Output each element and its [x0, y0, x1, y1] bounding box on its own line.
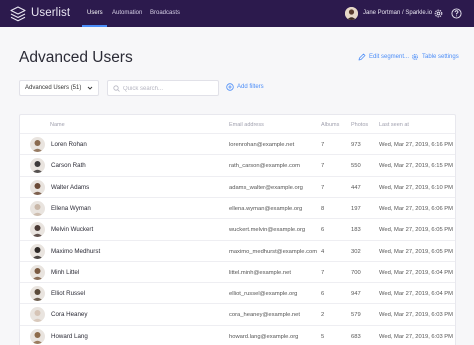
user-photos: 197 — [351, 205, 361, 212]
user-albums: 6 — [321, 291, 325, 298]
user-avatar[interactable] — [30, 158, 45, 174]
user-avatar[interactable] — [30, 328, 45, 344]
table-row[interactable]: Loren Rohan lorenrohan@example.net 7 973 Wed… — [20, 133, 455, 154]
user-name[interactable]: Walter Adams — [51, 184, 89, 191]
pencil-icon[interactable] — [358, 53, 366, 61]
user-albums: 6 — [321, 227, 325, 234]
user-avatar[interactable] — [30, 137, 45, 152]
nav-item-automation[interactable]: Automation — [112, 10, 142, 16]
user-avatar[interactable] — [30, 243, 45, 259]
page-title: Advanced Users — [19, 49, 133, 66]
table-row[interactable]: Elliot Russel elliot_russel@example.org 6 9… — [20, 282, 455, 303]
user-photos: 447 — [351, 184, 361, 191]
user-albums: 2 — [321, 312, 325, 319]
table-row[interactable]: Maximo Medhurst maximo_medhurst@example.c… — [20, 239, 455, 261]
chevron-down-icon — [87, 86, 93, 90]
nav-item-broadcasts[interactable]: Broadcasts — [150, 10, 180, 16]
user-avatar[interactable] — [30, 307, 45, 323]
table-row[interactable]: Howard Lang howard.lang@example.org 5 683 We… — [20, 324, 455, 345]
user-email: cora_heaney@example.net — [229, 312, 300, 319]
column-header-name[interactable]: Name — [50, 122, 65, 128]
user-last-seen: Wed, Mar 27, 2019, 6:03 PM — [379, 312, 454, 319]
user-last-seen: Wed, Mar 27, 2019, 6:10 PM — [379, 184, 454, 191]
settings-gear-icon[interactable] — [411, 53, 419, 61]
user-albums: 4 — [321, 248, 325, 255]
user-name[interactable]: Melvin Wuckert — [51, 226, 93, 233]
user-albums: 5 — [321, 333, 325, 340]
table-row[interactable]: Melvin Wuckert wuckert.melvin@example.org… — [20, 218, 455, 239]
nav-active-indicator — [82, 25, 107, 27]
user-name[interactable]: Maximo Medhurst — [51, 248, 100, 255]
user-photos: 947 — [351, 291, 361, 298]
user-albums: 7 — [321, 184, 325, 191]
quick-search[interactable] — [107, 80, 219, 96]
user-name[interactable]: Howard Lang — [51, 333, 88, 340]
column-header-photos[interactable]: Photos — [351, 122, 368, 128]
user-photos: 700 — [351, 269, 361, 276]
user-avatar[interactable] — [30, 264, 45, 280]
user-photos: 302 — [351, 248, 361, 255]
user-last-seen: Wed, Mar 27, 2019, 6:15 PM — [379, 163, 454, 170]
user-email: adams_walter@example.org — [229, 184, 303, 191]
table-row[interactable]: Ellena Wyman ellena.wyman@example.org 8 197… — [20, 196, 455, 218]
user-email: maximo_medhurst@example.com — [229, 248, 318, 255]
user-last-seen: Wed, Mar 27, 2019, 6:04 PM — [379, 269, 454, 276]
table-row[interactable]: Cora Heaney cora_heaney@example.net 2 579 We… — [20, 303, 455, 324]
table-row[interactable]: Minh Littel littel.minh@example.net 7 700 We… — [20, 260, 455, 282]
user-last-seen: Wed, Mar 27, 2019, 6:16 PM — [379, 142, 454, 148]
nav-item-users[interactable]: Users — [87, 10, 103, 16]
segment-select[interactable]: Advanced Users (51) — [19, 80, 99, 96]
search-input[interactable] — [123, 83, 215, 94]
table-row[interactable]: Walter Adams adams_walter@example.org 7 447… — [20, 175, 455, 197]
gear-icon[interactable] — [433, 8, 444, 19]
column-header-email[interactable]: Email address — [229, 122, 264, 128]
edit-segment-link[interactable]: Edit segment... — [369, 54, 409, 60]
user-photos: 550 — [351, 163, 361, 170]
table-settings-link[interactable]: Table settings — [422, 54, 459, 60]
user-photos: 973 — [351, 142, 361, 148]
user-avatar[interactable] — [30, 179, 45, 195]
user-albums: 7 — [321, 163, 325, 170]
search-icon — [113, 85, 120, 92]
account-avatar[interactable] — [345, 7, 358, 20]
user-albums: 7 — [321, 269, 325, 276]
user-name[interactable]: Carson Rath — [51, 162, 86, 169]
segment-select-value: Advanced Users (51) — [25, 85, 82, 91]
user-email: wuckert.melvin@example.org — [229, 227, 306, 234]
user-avatar[interactable] — [30, 200, 45, 216]
user-email: rath_carson@example.com — [229, 163, 300, 170]
add-filters-link[interactable]: Add filters — [237, 84, 264, 90]
user-photos: 579 — [351, 312, 361, 319]
user-avatar[interactable] — [30, 286, 45, 302]
top-nav-bar: Userlist Users Automation Broadcasts Jan… — [0, 0, 474, 27]
user-photos: 183 — [351, 227, 361, 234]
account-name[interactable]: Jane Portman / Sparkle.io — [363, 10, 432, 16]
user-name[interactable]: Ellena Wyman — [51, 205, 91, 212]
table-row[interactable]: Carson Rath rath_carson@example.com 7 550 We… — [20, 154, 455, 175]
user-email: littel.minh@example.net — [229, 269, 291, 276]
user-last-seen: Wed, Mar 27, 2019, 6:05 PM — [379, 248, 454, 255]
user-photos: 683 — [351, 333, 361, 340]
user-albums: 7 — [321, 142, 325, 148]
user-avatar[interactable] — [30, 222, 45, 238]
column-header-albums[interactable]: Albums — [321, 122, 339, 128]
user-name[interactable]: Elliot Russel — [51, 290, 85, 297]
plus-circle-icon[interactable] — [226, 83, 234, 91]
userlist-logo-icon[interactable] — [10, 6, 26, 22]
user-last-seen: Wed, Mar 27, 2019, 6:04 PM — [379, 291, 454, 298]
column-header-last-seen[interactable]: Last seen at — [379, 122, 409, 128]
user-email: lorenrohan@example.net — [229, 142, 295, 148]
brand-name[interactable]: Userlist — [31, 7, 70, 19]
user-last-seen: Wed, Mar 27, 2019, 6:05 PM — [379, 227, 454, 234]
user-name[interactable]: Loren Rohan — [51, 141, 87, 148]
user-email: howard.lang@example.org — [229, 333, 299, 340]
help-icon[interactable] — [451, 8, 462, 19]
user-albums: 8 — [321, 205, 325, 212]
user-last-seen: Wed, Mar 27, 2019, 6:06 PM — [379, 205, 454, 212]
user-name[interactable]: Minh Littel — [51, 269, 79, 276]
user-email: ellena.wyman@example.org — [229, 205, 303, 212]
user-name[interactable]: Cora Heaney — [51, 311, 87, 318]
user-email: elliot_russel@example.org — [229, 291, 298, 298]
user-last-seen: Wed, Mar 27, 2019, 6:03 PM — [379, 333, 454, 340]
